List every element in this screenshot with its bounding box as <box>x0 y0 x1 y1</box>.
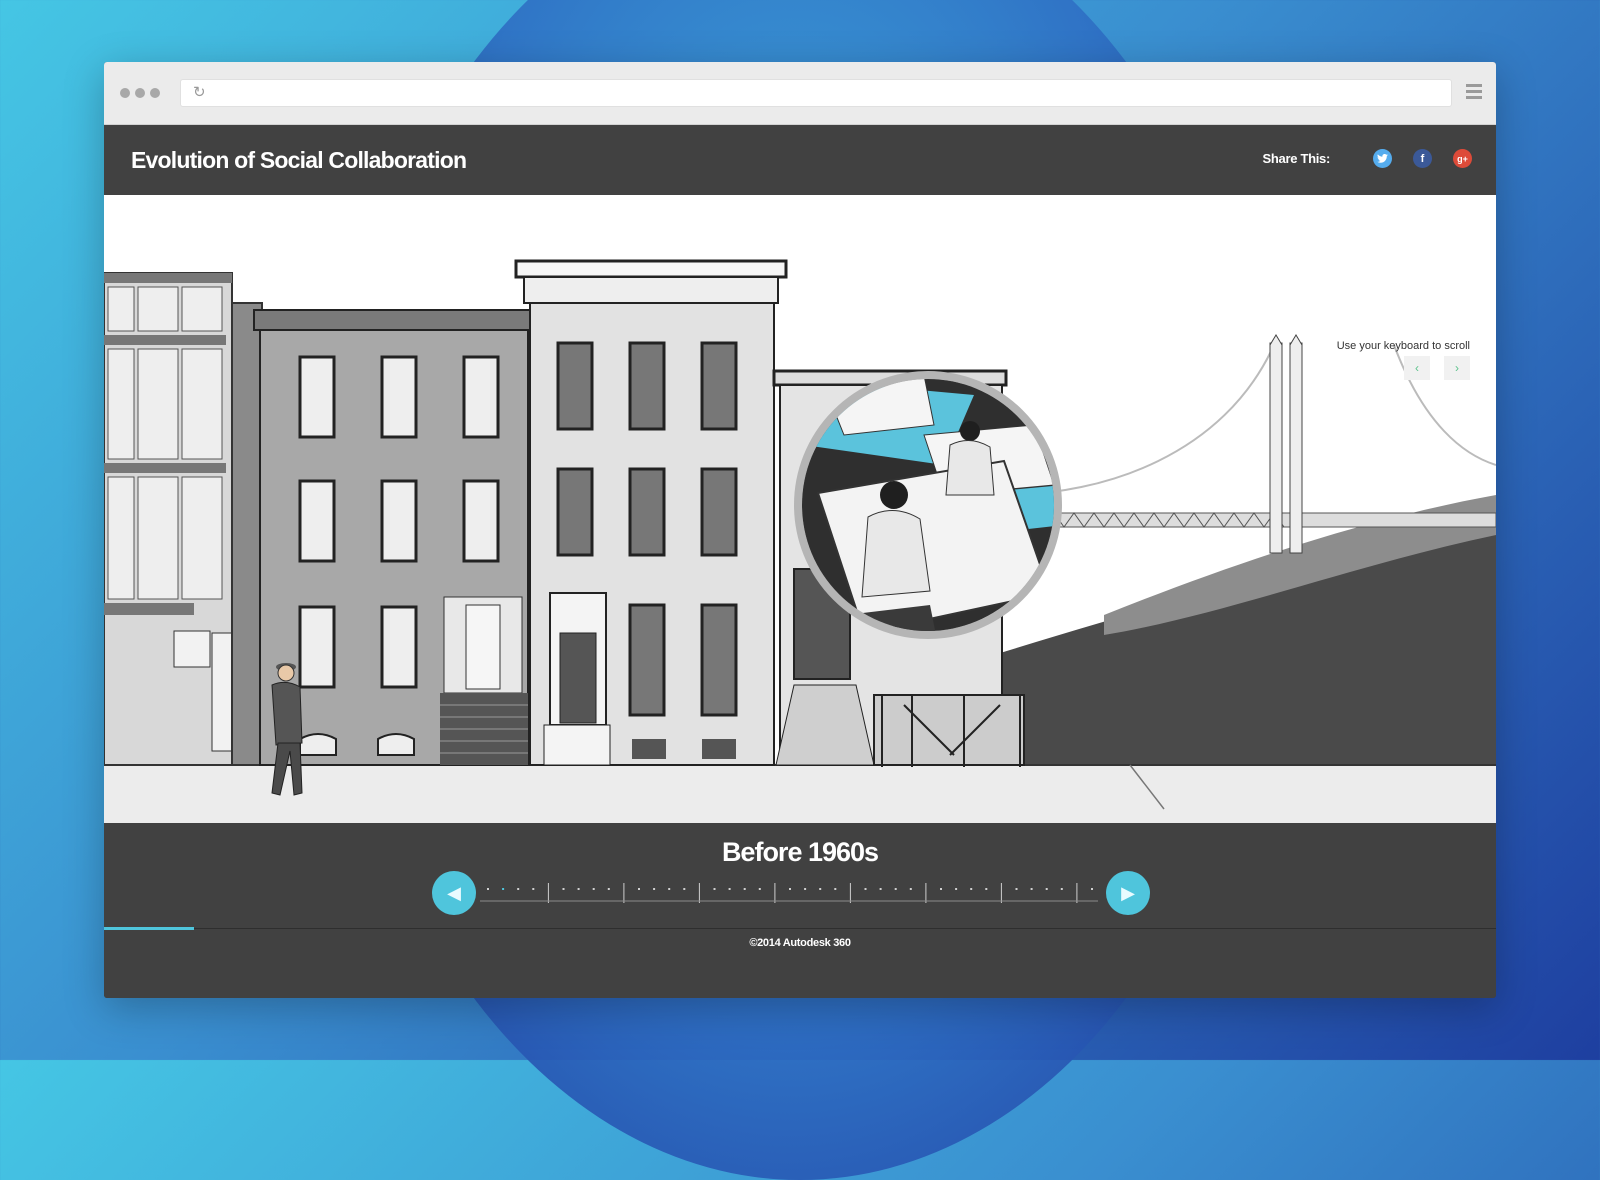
bridge-tower <box>1289 342 1303 554</box>
keyboard-buttons: ‹ › <box>1404 356 1470 380</box>
timeline-minor-tick[interactable] <box>517 888 520 890</box>
timeline-minor-tick[interactable] <box>532 888 535 890</box>
address-bar[interactable]: ↻ <box>180 79 1452 107</box>
share-label: Share This: <box>1262 151 1331 166</box>
window-controls <box>120 88 160 98</box>
share-bar: Share This: f g+ <box>1262 149 1472 168</box>
timeline-minor-tick[interactable] <box>879 888 882 890</box>
timeline-minor-tick[interactable] <box>1030 888 1033 890</box>
timeline-minor-tick[interactable] <box>562 888 565 890</box>
progress-fill <box>104 927 195 930</box>
timeline-minor-tick[interactable] <box>1015 888 1018 890</box>
scroll-left-button[interactable]: ‹ <box>1404 356 1430 380</box>
timeline-prev-button[interactable]: ◀ <box>432 871 476 915</box>
timeline-minor-tick[interactable] <box>638 888 640 890</box>
building-stone <box>514 259 788 766</box>
keyboard-hint: Use your keyboard to scroll <box>1336 340 1470 352</box>
timeline-minor-tick[interactable] <box>577 888 580 890</box>
reload-icon[interactable]: ↻ <box>193 83 206 101</box>
bridge-deck <box>1003 512 1496 528</box>
timeline-minor-tick[interactable] <box>1045 888 1048 890</box>
sidewalk <box>104 765 1496 823</box>
bridge-tower <box>1269 342 1283 554</box>
timeline-minor-tick[interactable] <box>789 888 791 890</box>
progress-track <box>104 928 1496 929</box>
timeline-minor-tick[interactable] <box>834 888 837 890</box>
timeline-minor-tick[interactable] <box>758 888 761 890</box>
timeline-minor-tick[interactable] <box>728 888 731 890</box>
timeline-minor-tick[interactable] <box>653 888 656 890</box>
timeline-minor-tick[interactable] <box>940 888 942 890</box>
copyright-text: ©2014 Autodesk 360 <box>749 937 851 949</box>
timeline-minor-tick[interactable] <box>955 888 958 890</box>
window-dot[interactable] <box>135 88 145 98</box>
illustration-scene: Use your keyboard to scroll ‹ › <box>104 195 1496 823</box>
timeline-minor-tick[interactable] <box>668 888 671 890</box>
timeline-minor-tick[interactable] <box>1060 888 1063 890</box>
street-illustration <box>104 259 1496 823</box>
timeline-minor-tick[interactable] <box>985 888 988 890</box>
era-label: Before 1960s <box>721 837 879 867</box>
window-dot[interactable] <box>150 88 160 98</box>
hamburger-menu-icon[interactable] <box>1466 84 1482 102</box>
timeline-current-marker[interactable] <box>502 888 505 890</box>
timeline-track[interactable] <box>480 879 1098 907</box>
timeline-minor-tick[interactable] <box>713 888 716 890</box>
window-dot[interactable] <box>120 88 130 98</box>
timeline-minor-tick[interactable] <box>1091 888 1093 890</box>
twitter-icon[interactable] <box>1373 149 1392 168</box>
timeline-next-button[interactable]: ▶ <box>1106 871 1150 915</box>
timeline-minor-tick[interactable] <box>607 888 610 890</box>
timeline-minor-tick[interactable] <box>592 888 595 890</box>
browser-window: ↻ Evolution of Social Collaboration Shar… <box>104 62 1496 998</box>
timeline-minor-tick[interactable] <box>819 888 822 890</box>
browser-chrome: ↻ <box>104 62 1496 125</box>
page-title: Evolution of Social Collaboration <box>131 147 467 173</box>
scroll-right-button[interactable]: › <box>1444 356 1470 380</box>
timeline-footer: Before 1960s ◀ ▶ ©2014 Autodesk 360 <box>104 823 1496 998</box>
timeline-minor-tick[interactable] <box>743 888 746 890</box>
timeline-minor-tick[interactable] <box>804 888 807 890</box>
timeline-minor-tick[interactable] <box>894 888 897 890</box>
site-header: Evolution of Social Collaboration Share … <box>104 125 1496 195</box>
google-plus-icon[interactable]: g+ <box>1453 149 1472 168</box>
timeline-minor-tick[interactable] <box>970 888 973 890</box>
timeline-minor-tick[interactable] <box>683 888 686 890</box>
timeline-minor-tick[interactable] <box>864 888 867 890</box>
timeline-minor-tick[interactable] <box>909 888 912 890</box>
facebook-icon[interactable]: f <box>1413 149 1432 168</box>
building-modern <box>104 272 263 766</box>
timeline-minor-tick[interactable] <box>487 888 489 890</box>
